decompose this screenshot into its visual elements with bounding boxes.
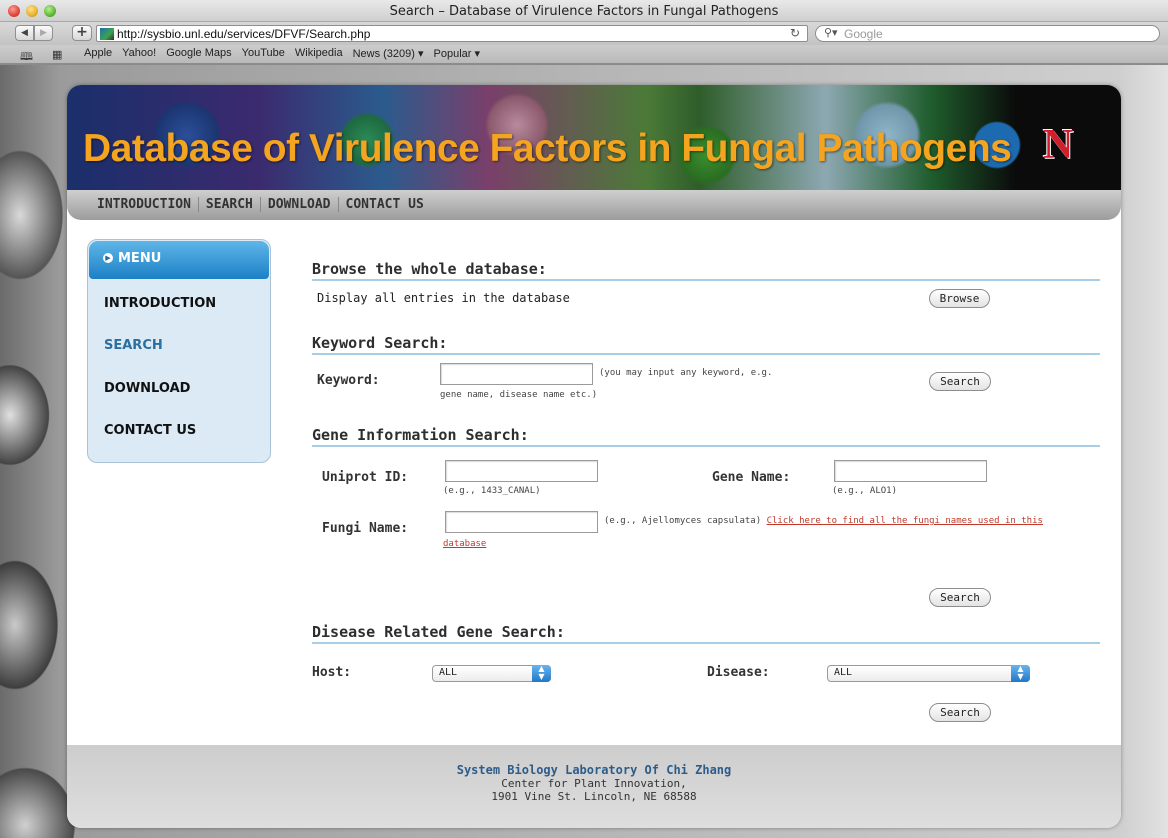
menu-item-introduction[interactable]: INTRODUCTION — [104, 296, 216, 311]
window-title: Search – Database of Virulence Factors i… — [389, 4, 779, 19]
bookmark-item[interactable]: Yahoo! — [122, 47, 156, 60]
browser-search-field[interactable]: ⚲▾ Google — [815, 25, 1160, 42]
select-arrows-icon: ▲ ▼ — [1011, 665, 1030, 682]
host-select[interactable]: ALL ▲ ▼ — [432, 665, 551, 682]
bookmark-item[interactable]: Google Maps — [166, 47, 231, 60]
site-footer: System Biology Laboratory Of Chi Zhang C… — [67, 745, 1121, 828]
topnav-download[interactable]: DOWNLOAD — [261, 197, 339, 212]
uniprot-label: Uniprot ID: — [322, 470, 409, 485]
window-titlebar: Search – Database of Virulence Factors i… — [0, 0, 1168, 22]
browse-button[interactable]: Browse — [929, 289, 990, 308]
disease-select[interactable]: ALL ▲ ▼ — [827, 665, 1030, 682]
bookmark-item[interactable]: News (3209) ▾ — [353, 47, 424, 60]
fungi-names-link[interactable]: Click here to find all the fungi names u… — [767, 516, 1043, 526]
footer-lab-name: System Biology Laboratory Of Chi Zhang — [456, 763, 732, 777]
banner-title: Database of Virulence Factors in Fungal … — [83, 127, 1012, 170]
menu-header-label: MENU — [118, 251, 162, 266]
host-select-value: ALL — [439, 667, 458, 678]
keyword-hint-continued: gene name, disease name etc.) — [440, 390, 598, 400]
bookmark-item[interactable]: Wikipedia — [295, 47, 343, 60]
add-bookmark-button[interactable]: + — [72, 25, 92, 41]
site-banner: Database of Virulence Factors in Fungal … — [67, 85, 1121, 190]
back-button[interactable]: ◀ — [15, 25, 34, 41]
menu-bullet-icon: ▶ — [103, 253, 113, 263]
site-container: Database of Virulence Factors in Fungal … — [67, 85, 1121, 828]
disease-select-value: ALL — [834, 667, 853, 678]
address-text[interactable]: http://sysbio.unl.edu/services/DFVF/Sear… — [117, 27, 370, 41]
keyword-hint: (you may input any keyword, e.g. — [599, 368, 773, 378]
top-navigation: INTRODUCTION SEARCH DOWNLOAD CONTACT US — [67, 190, 1121, 220]
gene-search-button[interactable]: Search — [929, 588, 991, 607]
gene-name-hint: (e.g., ALO1) — [832, 486, 898, 496]
fungi-name-hint: (e.g., Ajellomyces capsulata) — [604, 516, 762, 526]
section-divider — [312, 445, 1100, 447]
gene-section-title: Gene Information Search: — [312, 426, 529, 444]
keyword-search-button[interactable]: Search — [929, 372, 991, 391]
search-icon: ⚲▾ — [824, 26, 838, 39]
footer-center: Center for Plant Innovation, — [501, 777, 687, 790]
keyword-input[interactable] — [440, 363, 593, 385]
fungi-name-label: Fungi Name: — [322, 521, 409, 536]
browse-section-title: Browse the whole database: — [312, 260, 547, 278]
side-menu: ▶ MENU INTRODUCTION SEARCH DOWNLOAD CONT… — [87, 239, 271, 463]
gene-name-label: Gene Name: — [712, 470, 791, 485]
topnav-contact-us[interactable]: CONTACT US — [339, 197, 431, 212]
topnav-introduction[interactable]: INTRODUCTION — [91, 197, 199, 212]
host-label: Host: — [312, 665, 352, 680]
bookmark-item[interactable]: Apple — [84, 47, 112, 60]
university-logo: N — [1043, 122, 1074, 168]
select-arrows-icon: ▲ ▼ — [532, 665, 551, 682]
menu-item-contact-us[interactable]: CONTACT US — [104, 423, 196, 438]
reload-icon[interactable]: ↻ — [790, 26, 800, 40]
bookmark-item[interactable]: Popular ▾ — [434, 47, 481, 60]
browse-description: Display all entries in the database — [317, 291, 570, 305]
section-divider — [312, 353, 1100, 355]
disease-section-title: Disease Related Gene Search: — [312, 623, 565, 641]
bookmark-item[interactable]: YouTube — [242, 47, 285, 60]
uniprot-hint: (e.g., 1433_CANAL) — [443, 486, 541, 496]
grid-icon[interactable]: ▦ — [52, 48, 62, 61]
menu-item-download[interactable]: DOWNLOAD — [104, 381, 190, 396]
browser-toolbar: ◀ ▶ + http://sysbio.unl.edu/services/DFV… — [0, 22, 1168, 45]
bookmarks-bar: 🕮 ▦ Apple Yahoo! Google Maps YouTube Wik… — [0, 45, 1168, 64]
fungi-name-hint-row: (e.g., Ajellomyces capsulata) Click here… — [604, 516, 1043, 526]
section-divider — [312, 642, 1100, 644]
keyword-section-title: Keyword Search: — [312, 334, 448, 352]
forward-button[interactable]: ▶ — [34, 25, 53, 41]
bookmark-list: Apple Yahoo! Google Maps YouTube Wikiped… — [84, 47, 480, 60]
disease-label: Disease: — [707, 665, 770, 680]
topnav-search[interactable]: SEARCH — [199, 197, 261, 212]
fungi-name-input[interactable] — [445, 511, 598, 533]
menu-item-search[interactable]: SEARCH — [104, 338, 163, 353]
keyword-label: Keyword: — [317, 373, 380, 388]
favicon-icon — [100, 28, 114, 40]
search-placeholder: Google — [844, 27, 883, 41]
footer-address: 1901 Vine St. Lincoln, NE 68588 — [491, 790, 697, 803]
section-divider — [312, 279, 1100, 281]
uniprot-input[interactable] — [445, 460, 598, 482]
fungi-names-link-continued[interactable]: database — [443, 539, 486, 549]
gene-name-input[interactable] — [834, 460, 987, 482]
disease-search-button[interactable]: Search — [929, 703, 991, 722]
menu-header: ▶ MENU — [89, 241, 269, 279]
address-bar[interactable]: http://sysbio.unl.edu/services/DFVF/Sear… — [96, 25, 808, 42]
